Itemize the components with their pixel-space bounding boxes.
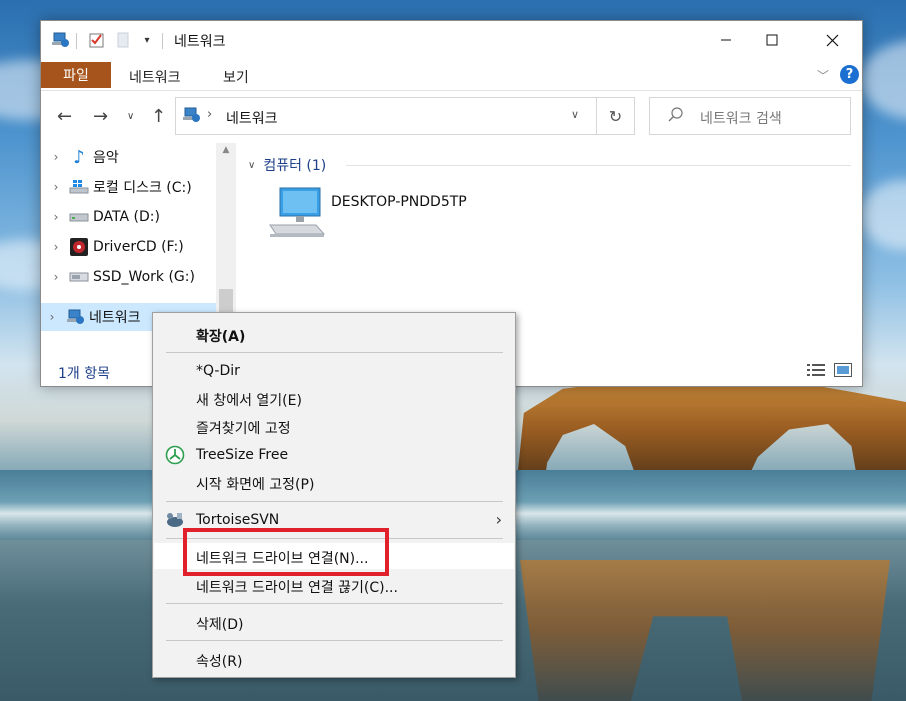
search-input[interactable]: 네트워크 검색 bbox=[700, 108, 782, 128]
title-bar: ▾ 네트워크 bbox=[41, 21, 862, 59]
menu-item-properties[interactable]: 속성(R) bbox=[154, 646, 514, 672]
large-icons-view-icon[interactable] bbox=[834, 363, 852, 377]
menu-separator bbox=[166, 352, 503, 353]
treesize-icon bbox=[165, 445, 185, 465]
computer-name[interactable]: DESKTOP-PNDD5TP bbox=[331, 194, 467, 210]
sidebar-item-music[interactable]: › ♪ 음악 bbox=[41, 143, 216, 171]
sidebar-item-ssd-work-g[interactable]: › SSD_Work (G:) bbox=[41, 263, 216, 291]
annotation-highlight-box bbox=[183, 528, 389, 576]
navigation-bar: ← → ∨ ↑ › 네트워크 ∨ ↻ 네트워크 검색 bbox=[41, 91, 862, 143]
group-header[interactable]: ∨ 컴퓨터 (1) bbox=[248, 155, 326, 175]
new-folder-icon[interactable] bbox=[113, 30, 133, 50]
expand-chevron-icon[interactable]: › bbox=[41, 210, 67, 224]
menu-item-pin-start[interactable]: 시작 화면에 고정(P) bbox=[154, 469, 514, 495]
refresh-button[interactable]: ↻ bbox=[597, 97, 635, 135]
group-divider bbox=[346, 165, 851, 166]
sidebar-item-label: SSD_Work (G:) bbox=[93, 269, 195, 285]
expand-chevron-icon[interactable]: › bbox=[41, 310, 63, 324]
up-arrow-icon[interactable]: ↑ bbox=[151, 107, 166, 127]
help-icon[interactable]: ? bbox=[840, 65, 859, 84]
tab-file[interactable]: 파일 bbox=[41, 62, 111, 88]
menu-item-pin-quick-access[interactable]: 즐겨찾기에 고정 bbox=[154, 413, 514, 439]
breadcrumb-chevron-icon[interactable]: › bbox=[207, 107, 212, 122]
network-icon bbox=[63, 307, 87, 327]
tab-network[interactable]: 네트워크 bbox=[129, 67, 181, 87]
menu-item-qdir[interactable]: *Q-Dir bbox=[154, 358, 514, 384]
maximize-button[interactable] bbox=[749, 21, 795, 59]
menu-separator bbox=[166, 640, 503, 641]
music-icon: ♪ bbox=[73, 146, 85, 168]
expand-chevron-icon[interactable]: › bbox=[41, 150, 67, 164]
context-menu: 확장(A) *Q-Dir 새 창에서 열기(E) 즐겨찾기에 고정 TreeSi… bbox=[152, 312, 516, 678]
disc-drive-icon bbox=[67, 237, 91, 257]
sidebar-item-label: DriverCD (F:) bbox=[93, 239, 184, 255]
properties-check-icon[interactable] bbox=[87, 30, 107, 50]
submenu-arrow-icon: › bbox=[495, 510, 502, 529]
ssd-icon bbox=[67, 267, 91, 287]
drive-icon bbox=[67, 207, 91, 227]
ribbon-tabs: 파일 네트워크 보기 ﹀ ? bbox=[41, 59, 862, 91]
back-arrow-icon[interactable]: ← bbox=[57, 107, 72, 127]
menu-item-expand[interactable]: 확장(A) bbox=[154, 321, 514, 347]
search-icon bbox=[668, 107, 684, 127]
expand-ribbon-chevron-icon[interactable]: ﹀ bbox=[817, 67, 829, 84]
sidebar-item-label: 로컬 디스크 (C:) bbox=[93, 180, 192, 196]
menu-separator bbox=[166, 501, 503, 502]
details-view-icon[interactable] bbox=[807, 363, 825, 377]
expand-chevron-icon[interactable]: › bbox=[41, 270, 67, 284]
sidebar-item-local-disk-c[interactable]: › 로컬 디스크 (C:) bbox=[41, 173, 216, 201]
search-box[interactable]: 네트워크 검색 bbox=[649, 97, 851, 135]
address-path[interactable]: 네트워크 bbox=[226, 108, 278, 128]
refresh-icon: ↻ bbox=[608, 106, 623, 126]
minimize-button[interactable] bbox=[703, 21, 749, 59]
tortoisesvn-icon bbox=[165, 510, 185, 530]
sidebar-item-label: DATA (D:) bbox=[93, 209, 160, 225]
expand-chevron-icon[interactable]: › bbox=[41, 240, 67, 254]
menu-separator bbox=[166, 603, 503, 604]
scroll-up-arrow-icon[interactable]: ▲ bbox=[219, 145, 233, 159]
sidebar-item-label: 네트워크 bbox=[89, 310, 141, 326]
network-icon bbox=[181, 106, 201, 128]
menu-item-delete[interactable]: 삭제(D) bbox=[154, 609, 514, 635]
window-title: 네트워크 bbox=[174, 34, 226, 50]
collapse-chevron-icon[interactable]: ∨ bbox=[248, 160, 255, 171]
sidebar-item-label: 음악 bbox=[93, 150, 119, 166]
forward-arrow-icon[interactable]: → bbox=[93, 107, 108, 127]
expand-chevron-icon[interactable]: › bbox=[41, 180, 67, 194]
menu-item-treesize[interactable]: TreeSize Free bbox=[154, 442, 514, 468]
network-icon bbox=[50, 30, 70, 50]
windows-drive-icon bbox=[67, 177, 91, 197]
close-button[interactable] bbox=[809, 21, 855, 59]
group-header-label: 컴퓨터 (1) bbox=[263, 158, 327, 174]
address-bar[interactable]: › 네트워크 ∨ bbox=[175, 97, 597, 135]
address-dropdown-chevron-icon[interactable]: ∨ bbox=[571, 108, 579, 121]
recent-locations-chevron-icon[interactable]: ∨ bbox=[127, 107, 134, 127]
sidebar-item-data-d[interactable]: › DATA (D:) bbox=[41, 203, 216, 231]
customize-toolbar-chevron-icon[interactable]: ▾ bbox=[137, 30, 157, 50]
item-count: 1개 항목 bbox=[58, 366, 110, 382]
tab-view[interactable]: 보기 bbox=[223, 67, 249, 87]
sidebar-item-drivercd-f[interactable]: › DriverCD (F:) bbox=[41, 233, 216, 261]
computer-icon[interactable] bbox=[266, 185, 330, 241]
menu-item-open-new-window[interactable]: 새 창에서 열기(E) bbox=[154, 385, 514, 411]
